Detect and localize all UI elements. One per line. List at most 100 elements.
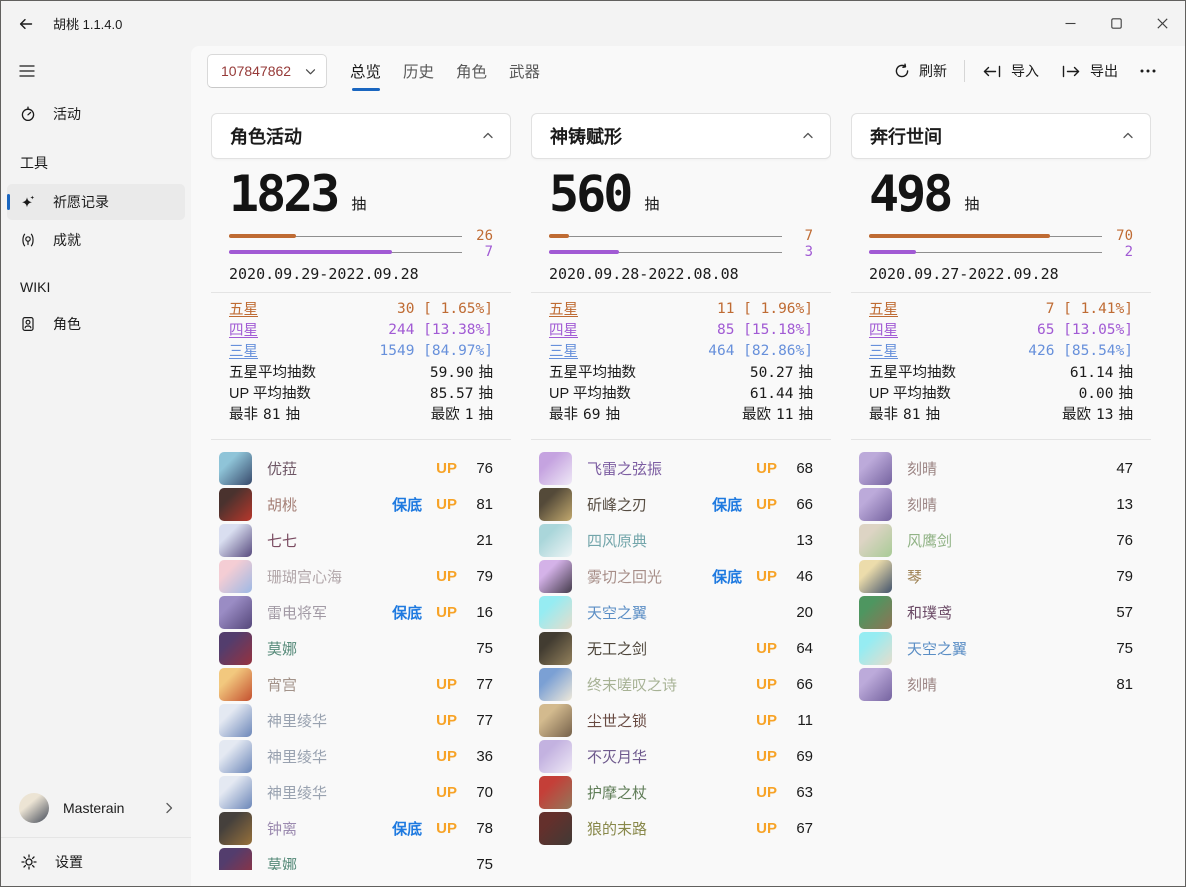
three-star-stat: 464 [82.86%] [708,343,813,359]
four-star-link[interactable]: 四星 [869,319,898,340]
banner-stats: 五星 30 [ 1.65%] 四星 244 [13.38%] 三星 1549 [… [211,293,511,430]
pull-list-item[interactable]: 七七 21 [219,522,493,558]
four-star-pity-value: 3 [791,244,813,260]
banner-card-header[interactable]: 神铸赋形 [531,113,831,159]
uid-selector[interactable]: 107847862 [207,54,327,88]
five-star-link[interactable]: 五星 [549,298,578,319]
pull-list-item[interactable]: 神里绫华 UP 77 [219,702,493,738]
more-button[interactable] [1129,54,1167,88]
sidebar-item-achievements[interactable]: 成就 [7,222,185,258]
four-star-link[interactable]: 四星 [229,319,258,340]
pull-list-item[interactable]: 天空之翼 20 [539,594,813,630]
pull-list-item[interactable]: 尘世之锁 UP 11 [539,702,813,738]
banner-card-header[interactable]: 角色活动 [211,113,511,159]
sidebar-item-activity[interactable]: 活动 [7,96,185,132]
four-star-link[interactable]: 四星 [549,319,578,340]
tab-weapon[interactable]: 武器 [507,46,542,96]
pull-list-item[interactable]: 珊瑚宫心海 UP 79 [219,558,493,594]
five-star-pity-fill [869,234,1050,238]
item-avatar [539,776,572,809]
avg-up-label: UP 平均抽数 [549,382,631,403]
pull-list-item[interactable]: 狼的末路 UP 67 [539,810,813,846]
tab-character[interactable]: 角色 [454,46,489,96]
ellipsis-icon [1140,69,1156,73]
five-star-link[interactable]: 五星 [869,298,898,319]
pull-list-item[interactable]: 四风原典 13 [539,522,813,558]
tab-overview[interactable]: 总览 [348,46,383,96]
three-star-link[interactable]: 三星 [869,340,898,361]
chevron-up-icon[interactable] [802,130,814,142]
item-avatar [539,668,572,701]
minimize-button[interactable] [1047,1,1093,46]
item-avatar [219,632,252,665]
pull-list-item[interactable]: 莫娜 75 [219,630,493,666]
pull-list-item[interactable]: 神里绫华 UP 70 [219,774,493,810]
close-icon [1157,18,1168,29]
pull-list-item[interactable]: 天空之翼 75 [859,630,1133,666]
pull-list-item[interactable]: 飞雷之弦振 UP 68 [539,450,813,486]
sidebar-item-wish-history[interactable]: 祈愿记录 [7,184,185,220]
banner-body: 560 抽 7 3 2020.09.28-2022.08.08 五星 11 [ … [531,167,831,846]
pull-list-item[interactable]: 宵宫 UP 77 [219,666,493,702]
pull-list-item[interactable]: 刻晴 13 [859,486,1133,522]
banner-card-header[interactable]: 奔行世间 [851,113,1151,159]
chevron-up-icon[interactable] [1122,130,1134,142]
pull-list-item[interactable]: 终末嗟叹之诗 UP 66 [539,666,813,702]
up-badge: UP [436,568,457,585]
pull-list-item[interactable]: 琴 79 [859,558,1133,594]
user-account-row[interactable]: Masterain [1,779,191,837]
menu-toggle-button[interactable] [7,54,47,88]
best-pull: 最欧11抽 [742,403,813,424]
maximize-button[interactable] [1093,1,1139,46]
item-avatar [539,704,572,737]
pull-list-item[interactable]: 斫峰之刃 保底 UP 66 [539,486,813,522]
sidebar-item-label: 成就 [53,230,81,250]
item-name: 神里绫华 [267,746,422,767]
sidebar-item-label: 角色 [53,314,81,334]
three-star-stat: 426 [85.54%] [1028,343,1133,359]
sidebar-item-settings[interactable]: 设置 [1,838,191,886]
five-star-pity-value: 26 [471,228,493,244]
pull-list-item[interactable]: 和璞鸢 57 [859,594,1133,630]
five-star-pity-value: 70 [1111,228,1133,244]
item-name: 护摩之杖 [587,782,742,803]
pull-list-item[interactable]: 雷电将军 保底 UP 16 [219,594,493,630]
item-avatar [859,488,892,521]
up-badge: UP [436,496,457,513]
avg-five-label: 五星平均抽数 [229,361,316,382]
close-button[interactable] [1139,1,1185,46]
pull-list-item[interactable]: 钟离 保底 UP 78 [219,810,493,846]
five-star-link[interactable]: 五星 [229,298,258,319]
import-button[interactable]: 导入 [971,54,1050,88]
sidebar-item-characters[interactable]: 角色 [7,306,185,342]
pull-list-item[interactable]: 不灭月华 UP 69 [539,738,813,774]
pull-list-item[interactable]: 雾切之回光 保底 UP 46 [539,558,813,594]
pull-list-item[interactable]: 胡桃 保底 UP 81 [219,486,493,522]
banner-title: 神铸赋形 [550,123,622,149]
pull-list: 刻晴 47 刻晴 13 风鹰剑 76 琴 79 和璞鸢 57 天空之翼 [851,440,1151,702]
up-badge: UP [756,640,777,657]
pull-list-item[interactable]: 无工之剑 UP 64 [539,630,813,666]
item-count: 67 [791,820,813,837]
tab-history[interactable]: 历史 [401,46,436,96]
total-pulls-value: 560 [549,167,630,221]
pull-list-item[interactable]: 莫娜 75 [219,846,493,870]
item-name: 刻晴 [907,458,1097,479]
avg-up-value: 85.57抽 [430,382,493,403]
pull-list-item[interactable]: 神里绫华 UP 36 [219,738,493,774]
export-button[interactable]: 导出 [1050,54,1129,88]
refresh-button[interactable]: 刷新 [883,54,958,88]
main-header: 107847862 总览 历史 角色 武器 刷新 [191,46,1185,96]
pull-list-item[interactable]: 风鹰剑 76 [859,522,1133,558]
three-star-link[interactable]: 三星 [549,340,578,361]
pull-list-item[interactable]: 护摩之杖 UP 63 [539,774,813,810]
pull-list-item[interactable]: 刻晴 47 [859,450,1133,486]
back-button[interactable] [9,9,43,39]
sidebar-item-label: 活动 [53,104,81,124]
pull-list-item[interactable]: 优菈 UP 76 [219,450,493,486]
chevron-up-icon[interactable] [482,130,494,142]
three-star-link[interactable]: 三星 [229,340,258,361]
pull-list-item[interactable]: 刻晴 81 [859,666,1133,702]
date-range: 2020.09.27-2022.09.28 [869,265,1133,283]
item-name: 终末嗟叹之诗 [587,674,742,695]
